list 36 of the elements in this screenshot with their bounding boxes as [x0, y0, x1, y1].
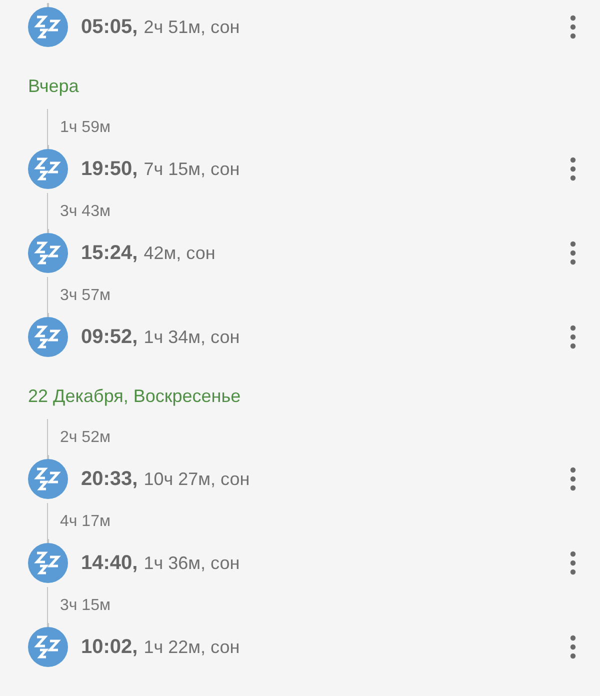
entry-time: 09:52, [81, 326, 138, 348]
more-options-icon[interactable] [568, 635, 578, 659]
section-header: 22 Декабря, Воскресенье [28, 385, 241, 407]
sleep-icon [28, 543, 68, 583]
interval-label: 1ч 59м [60, 118, 110, 137]
more-options-icon[interactable] [568, 325, 578, 349]
entry-details: 10ч 27м, сон [144, 468, 251, 490]
section-header: Вчера [28, 75, 79, 97]
sleep-icon [28, 627, 68, 667]
entry-details: 1ч 36м, сон [144, 552, 241, 574]
entry-time: 10:02, [81, 636, 138, 658]
sleep-icon [28, 459, 68, 499]
entry-time: 14:40, [81, 552, 138, 574]
sleep-icon [28, 149, 68, 189]
interval-label: 4ч 17м [60, 512, 110, 531]
entry-details: 42м, сон [144, 242, 216, 264]
sleep-icon [28, 317, 68, 357]
sleep-icon [28, 7, 68, 47]
more-options-icon[interactable] [568, 551, 578, 575]
more-options-icon[interactable] [568, 467, 578, 491]
interval-label: 3ч 57м [60, 286, 110, 305]
interval-label: 3ч 15м [60, 596, 110, 615]
entry-details: 7ч 15м, сон [144, 158, 241, 180]
more-options-icon[interactable] [568, 157, 578, 181]
sleep-icon [28, 233, 68, 273]
interval-label: 2ч 52м [60, 428, 110, 447]
entry-details: 1ч 22м, сон [144, 636, 241, 658]
more-options-icon[interactable] [568, 15, 578, 39]
entry-details: 1ч 34м, сон [144, 326, 241, 348]
more-options-icon[interactable] [568, 241, 578, 265]
entry-time: 15:24, [81, 242, 138, 264]
entry-details: 2ч 51м, сон [144, 16, 241, 38]
entry-time: 05:05, [81, 16, 138, 38]
interval-label: 3ч 43м [60, 202, 110, 221]
entry-time: 19:50, [81, 158, 138, 180]
entry-time: 20:33, [81, 468, 138, 490]
